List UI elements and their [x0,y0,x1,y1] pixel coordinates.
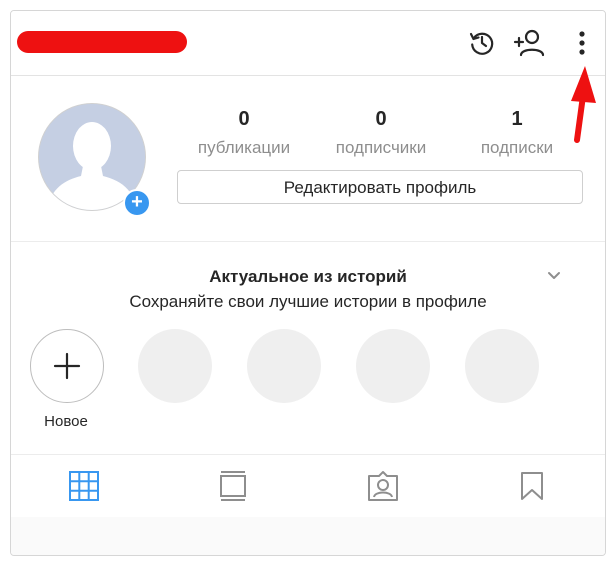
more-options-icon[interactable] [566,27,598,59]
stat-following-value: 1 [511,108,523,130]
highlight-placeholder [138,329,212,403]
section-divider [11,241,605,242]
highlights-subtitle: Сохраняйте свои лучшие истории в профиле [129,292,487,311]
profile-screen: + 0 публикации 0 подписчики 1 подписки Р… [10,10,606,556]
content-area [11,517,605,555]
stat-posts[interactable]: 0 публикации [179,105,309,161]
grid-icon[interactable] [67,469,101,503]
highlight-placeholder [247,329,321,403]
new-highlight-button[interactable] [30,329,104,403]
stat-followers[interactable]: 0 подписчики [316,105,446,161]
stat-followers-label: подписчики [335,138,427,157]
add-person-icon[interactable] [513,27,545,59]
add-photo-icon[interactable]: + [123,189,151,217]
feed-icon[interactable] [216,469,250,503]
saved-icon[interactable] [515,469,549,503]
top-bar [11,11,605,76]
plus-icon [53,352,81,380]
stat-posts-label: публикации [197,138,291,157]
highlight-placeholder [356,329,430,403]
stat-followers-value: 0 [375,108,387,130]
edit-profile-button[interactable]: Редактировать профиль [177,170,583,204]
stat-following[interactable]: 1 подписки [452,105,582,161]
history-icon[interactable] [466,27,498,59]
highlight-placeholder [465,329,539,403]
stat-following-label: подписки [480,138,554,157]
chevron-down-icon[interactable] [545,267,563,285]
new-highlight-label: Новое [44,413,88,430]
stat-posts-value: 0 [238,108,250,130]
highlights-title: Актуальное из историй [209,267,407,286]
tagged-icon[interactable] [366,469,400,503]
username-redaction [17,31,187,53]
profile-tabs [11,454,605,518]
